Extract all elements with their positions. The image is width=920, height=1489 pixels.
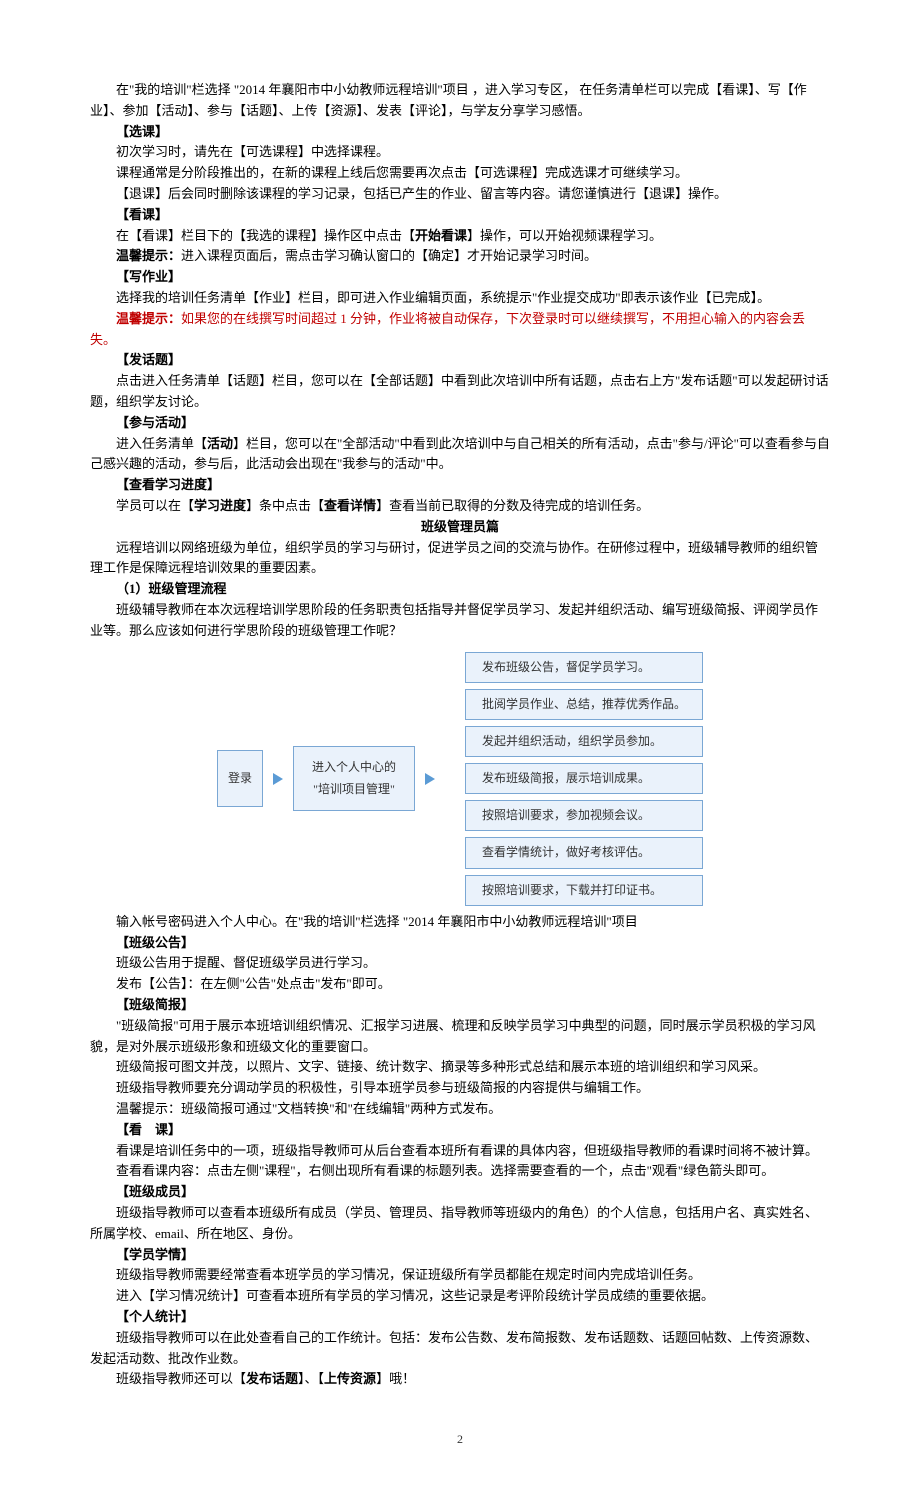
section-title-watch-course: 【看课】 xyxy=(90,205,830,226)
text-line: 输入帐号密码进入个人中心。在"我的培训"栏选择 "2014 年襄阳市中小幼教师远… xyxy=(90,912,830,933)
text-line: 温馨提示：班级简报可通过"文档转换"和"在线编辑"两种方式发布。 xyxy=(90,1099,830,1120)
section-title-class-members: 【班级成员】 xyxy=(90,1182,830,1203)
text-fragment: 】、【 xyxy=(298,1371,324,1386)
text-line: 进入【学习情况统计】可查看本班所有学员的学习情况，这些记录是考评阶段统计学员成绩… xyxy=(90,1286,830,1307)
section-title-class-notice: 【班级公告】 xyxy=(90,933,830,954)
center-box-line: 进入个人中心的 xyxy=(312,757,396,779)
tip-label: 温馨提示： xyxy=(116,311,181,326)
text-line: 远程培训以网络班级为单位，组织学员的学习与研讨，促进学员之间的交流与协作。在研修… xyxy=(90,538,830,580)
section-title-write-homework: 【写作业】 xyxy=(90,267,830,288)
text-line: 初次学习时，请先在【可选课程】中选择课程。 xyxy=(90,142,830,163)
bold-fragment: 查看详情 xyxy=(324,498,376,513)
text-line: 班级辅导教师在本次远程培训学思阶段的任务职责包括指导并督促学员学习、发起并组织活… xyxy=(90,600,830,642)
center-box-line: "培训项目管理" xyxy=(312,779,396,801)
task-item: 发起并组织活动，组织学员参加。 xyxy=(465,726,703,757)
arrow-right-icon xyxy=(425,773,435,785)
intro-paragraph: 在"我的培训"栏选择 "2014 年襄阳市中小幼教师远程培训"项目 ，进入学习专… xyxy=(90,80,830,122)
mgmt-flow-title: （1）班级管理流程 xyxy=(90,579,830,600)
flow-diagram: 登录 进入个人中心的 "培训项目管理" 发布班级公告，督促学员学习。 批阅学员作… xyxy=(90,652,830,906)
text-line: 班级简报可图文并茂，以照片、文字、链接、统计数字、摘录等多种形式总结和展示本班的… xyxy=(90,1057,830,1078)
section-title-progress: 【查看学习进度】 xyxy=(90,475,830,496)
text-line: 班级指导教师需要经常查看本班学员的学习情况，保证班级所有学员都能在规定时间内完成… xyxy=(90,1265,830,1286)
text-fragment: 学员可以在【 xyxy=(116,498,194,513)
task-item: 批阅学员作业、总结，推荐优秀作品。 xyxy=(465,689,703,720)
text-fragment: 】操作，可以开始视频课程学习。 xyxy=(467,228,662,243)
text-line: 选择我的培训任务清单【作业】栏目，即可进入作业编辑页面，系统提示"作业提交成功"… xyxy=(90,288,830,309)
part-title-class-admin: 班级管理员篇 xyxy=(90,517,830,538)
tasks-list: 发布班级公告，督促学员学习。 批阅学员作业、总结，推荐优秀作品。 发起并组织活动… xyxy=(465,652,703,906)
text-line: 班级指导教师可以在此处查看自己的工作统计。包括：发布公告数、发布简报数、发布话题… xyxy=(90,1328,830,1370)
section-title-watch: 【看 课】 xyxy=(90,1120,830,1141)
text-fragment: 】哦！ xyxy=(376,1371,415,1386)
warning-line: 温馨提示：如果您的在线撰写时间超过 1 分钟，作业将被自动保存，下次登录时可以继… xyxy=(90,309,830,351)
text-line: 看课是培训任务中的一项，班级指导教师可从后台查看本班所有看课的具体内容，但班级指… xyxy=(90,1141,830,1162)
text-line: 点击进入任务清单【话题】栏目，您可以在【全部话题】中看到此次培训中所有话题，点击… xyxy=(90,371,830,413)
section-title-personal-stats: 【个人统计】 xyxy=(90,1307,830,1328)
diagram-left: 登录 进入个人中心的 "培训项目管理" xyxy=(217,746,445,811)
text-fragment: 进入课程页面后，需点击学习确认窗口的【确定】才开始记录学习时间。 xyxy=(181,248,597,263)
arrow-right-icon xyxy=(273,773,283,785)
text-fragment: 班级指导教师还可以【 xyxy=(116,1371,246,1386)
section-title-student-status: 【学员学情】 xyxy=(90,1245,830,1266)
text-line: 【退课】后会同时删除该课程的学习记录，包括已产生的作业、留言等内容。请您谨慎进行… xyxy=(90,184,830,205)
center-box: 进入个人中心的 "培训项目管理" xyxy=(293,746,415,811)
section-title-activity: 【参与活动】 xyxy=(90,413,830,434)
text-fragment: 进入任务清单【 xyxy=(116,436,207,451)
text-line: 班级指导教师还可以【发布话题】、【上传资源】哦！ xyxy=(90,1369,830,1390)
bold-fragment: 上传资源 xyxy=(324,1371,376,1386)
text-line: 进入任务清单【活动】栏目，您可以在"全部活动"中看到此次培训中与自己相关的所有活… xyxy=(90,434,830,476)
task-item: 按照培训要求，下载并打印证书。 xyxy=(465,875,703,906)
text-line: 学员可以在【学习进度】条中点击【查看详情】查看当前已取得的分数及待完成的培训任务… xyxy=(90,496,830,517)
text-line: 班级指导教师可以查看本班级所有成员（学员、管理员、指导教师等班级内的角色）的个人… xyxy=(90,1203,830,1245)
bold-fragment: 发布话题 xyxy=(246,1371,298,1386)
login-box: 登录 xyxy=(217,750,263,807)
bold-fragment: 开始看课 xyxy=(415,228,467,243)
text-line: 发布【公告】：在左侧"公告"处点击"发布"即可。 xyxy=(90,974,830,995)
task-item: 发布班级简报，展示培训成果。 xyxy=(465,763,703,794)
text-line: 温馨提示：进入课程页面后，需点击学习确认窗口的【确定】才开始记录学习时间。 xyxy=(90,246,830,267)
section-title-topic: 【发话题】 xyxy=(90,350,830,371)
section-title-select-course: 【选课】 xyxy=(90,122,830,143)
text-fragment: 】条中点击【 xyxy=(246,498,324,513)
text-line: 课程通常是分阶段推出的，在新的课程上线后您需要再次点击【可选课程】完成选课才可继… xyxy=(90,163,830,184)
text-fragment: 】查看当前已取得的分数及待完成的培训任务。 xyxy=(376,498,649,513)
text-line: 班级指导教师要充分调动学员的积极性，引导本班学员参与班级简报的内容提供与编辑工作… xyxy=(90,1078,830,1099)
text-fragment: 如果您的在线撰写时间超过 1 分钟，作业将被自动保存，下次登录时可以继续撰写，不… xyxy=(90,311,805,347)
page-number: 2 xyxy=(90,1430,830,1449)
task-item: 按照培训要求，参加视频会议。 xyxy=(465,800,703,831)
text-line: 在【看课】栏目下的【我选的课程】操作区中点击【开始看课】操作，可以开始视频课程学… xyxy=(90,226,830,247)
bold-fragment: 学习进度 xyxy=(194,498,246,513)
tip-label: 温馨提示： xyxy=(116,248,181,263)
section-title-class-brief: 【班级简报】 xyxy=(90,995,830,1016)
task-item: 发布班级公告，督促学员学习。 xyxy=(465,652,703,683)
bold-fragment: 活动 xyxy=(207,436,233,451)
text-line: 班级公告用于提醒、督促班级学员进行学习。 xyxy=(90,953,830,974)
task-item: 查看学情统计，做好考核评估。 xyxy=(465,837,703,868)
text-line: 查看看课内容：点击左侧"课程"，右侧出现所有看课的标题列表。选择需要查看的一个，… xyxy=(90,1161,830,1182)
text-fragment: 在【看课】栏目下的【我选的课程】操作区中点击【 xyxy=(116,228,415,243)
text-line: "班级简报"可用于展示本班培训组织情况、汇报学习进展、梳理和反映学员学习中典型的… xyxy=(90,1016,830,1058)
